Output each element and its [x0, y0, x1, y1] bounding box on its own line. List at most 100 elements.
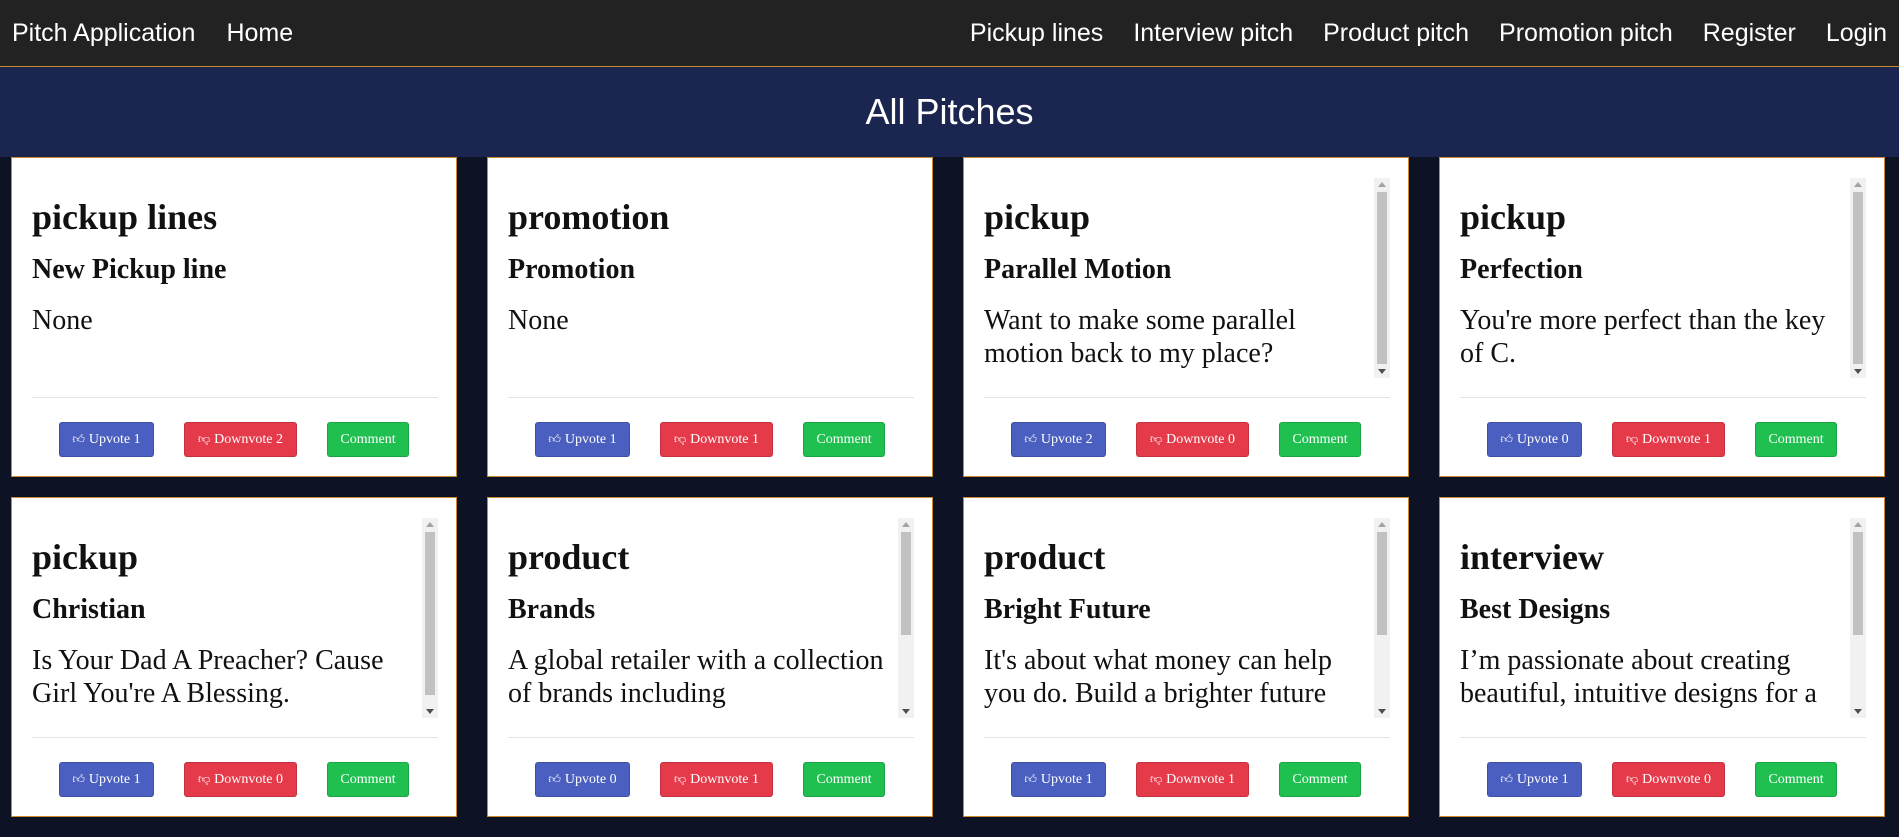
- upvote-button[interactable]: 👍︎ Upvote 0: [1487, 422, 1582, 457]
- comment-button[interactable]: Comment: [1279, 422, 1361, 457]
- brand-link[interactable]: Pitch Application: [12, 19, 195, 48]
- scrollbar[interactable]: [422, 518, 438, 718]
- scroll-up-arrow-icon[interactable]: [902, 522, 910, 527]
- scroll-up-arrow-icon[interactable]: [1378, 522, 1386, 527]
- pitch-body[interactable]: pickup Parallel Motion Want to make some p…: [984, 178, 1390, 378]
- nav-pickup-lines-link[interactable]: Pickup lines: [970, 19, 1103, 48]
- scrollbar[interactable]: [1374, 518, 1390, 718]
- downvote-label: Downvote: [1642, 771, 1701, 787]
- comment-button[interactable]: Comment: [327, 762, 409, 797]
- scroll-down-arrow-icon[interactable]: [1854, 709, 1862, 714]
- thumbs-down-icon: 👎︎: [197, 432, 211, 446]
- scrollbar[interactable]: [1850, 518, 1866, 718]
- nav-home-link[interactable]: Home: [226, 19, 293, 48]
- upvote-button[interactable]: 👍︎ Upvote 1: [59, 422, 154, 457]
- comment-button[interactable]: Comment: [1755, 422, 1837, 457]
- pitch-description: I’m passionate about creating beautiful,…: [1460, 645, 1817, 709]
- upvote-label: Upvote: [1040, 771, 1083, 787]
- scrollbar-thumb[interactable]: [1853, 532, 1863, 636]
- upvote-button[interactable]: 👍︎ Upvote 1: [1487, 762, 1582, 797]
- scrollbar-thumb[interactable]: [1377, 532, 1387, 636]
- upvote-label: Upvote: [1516, 771, 1559, 787]
- scrollbar-thumb[interactable]: [901, 532, 911, 636]
- pitch-content: pickup Christian Is Your Dad A Preacher? C…: [32, 536, 438, 710]
- pitch-card: pickup Christian Is Your Dad A Preacher? C…: [11, 497, 457, 817]
- pitch-title: Promotion: [508, 254, 636, 285]
- card-divider: [32, 397, 438, 398]
- scrollbar[interactable]: [1850, 178, 1866, 378]
- pitch-actions: 👍︎ Upvote 1 👎︎ Downvote 1 Comment: [488, 422, 932, 457]
- comment-button[interactable]: Comment: [803, 762, 885, 797]
- pitch-category: pickup: [1460, 197, 1567, 237]
- scrollbar[interactable]: [1374, 178, 1390, 378]
- upvote-count: 1: [1561, 771, 1569, 787]
- upvote-button[interactable]: 👍︎ Upvote 2: [1011, 422, 1106, 457]
- downvote-button[interactable]: 👎︎ Downvote 0: [184, 762, 297, 797]
- card-divider: [32, 737, 438, 738]
- pitch-actions: 👍︎ Upvote 1 👎︎ Downvote 2 Comment: [12, 422, 456, 457]
- downvote-count: 1: [1704, 431, 1711, 447]
- downvote-button[interactable]: 👎︎ Downvote 0: [1136, 422, 1249, 457]
- scroll-up-arrow-icon[interactable]: [426, 522, 434, 527]
- pitch-card: interview Best Designs I’m passionate abou…: [1439, 497, 1885, 817]
- nav-product-pitch-link[interactable]: Product pitch: [1323, 19, 1469, 48]
- pitch-card: pickup Parallel Motion Want to make some p…: [963, 157, 1409, 477]
- thumbs-up-icon: 👍︎: [72, 432, 85, 446]
- card-divider: [984, 397, 1390, 398]
- comment-button[interactable]: Comment: [327, 422, 409, 457]
- pitch-actions: 👍︎ Upvote 1 👎︎ Downvote 1 Comment: [964, 762, 1408, 797]
- thumbs-down-icon: 👎︎: [1625, 432, 1639, 446]
- downvote-count: 0: [1228, 431, 1235, 447]
- scrollbar-thumb[interactable]: [1377, 192, 1387, 364]
- pitch-body[interactable]: product Bright Future It's about what mone…: [984, 518, 1390, 718]
- scroll-down-arrow-icon[interactable]: [1378, 369, 1386, 374]
- downvote-button[interactable]: 👎︎ Downvote 1: [1136, 762, 1249, 797]
- thumbs-up-icon: 👍︎: [1500, 772, 1513, 786]
- pitch-body[interactable]: product Brands A global retailer with a co…: [508, 518, 914, 718]
- navbar: Pitch Application Home Pickup lines Inte…: [0, 0, 1899, 67]
- scrollbar[interactable]: [898, 518, 914, 718]
- nav-login-link[interactable]: Login: [1826, 19, 1887, 48]
- comment-button[interactable]: Comment: [1279, 762, 1361, 797]
- downvote-button[interactable]: 👎︎ Downvote 1: [1612, 422, 1725, 457]
- scrollbar-thumb[interactable]: [1853, 192, 1863, 364]
- pitch-body: promotion Promotion None: [508, 178, 914, 378]
- pitch-actions: 👍︎ Upvote 1 👎︎ Downvote 0 Comment: [12, 762, 456, 797]
- scroll-up-arrow-icon[interactable]: [1854, 182, 1862, 187]
- pitch-content: product Bright Future It's about what mone…: [984, 536, 1390, 710]
- nav-left: Pitch Application Home: [12, 19, 324, 48]
- nav-promotion-pitch-link[interactable]: Promotion pitch: [1499, 19, 1673, 48]
- downvote-button[interactable]: 👎︎ Downvote 2: [184, 422, 297, 457]
- pitch-title: New Pickup line: [32, 254, 227, 285]
- pitch-content: pickup Perfection You're more perfect than…: [1460, 196, 1866, 370]
- card-divider: [508, 397, 914, 398]
- scrollbar-thumb[interactable]: [425, 532, 435, 696]
- downvote-button[interactable]: 👎︎ Downvote 1: [660, 762, 773, 797]
- pitch-body[interactable]: pickup Perfection You're more perfect than…: [1460, 178, 1866, 378]
- upvote-button[interactable]: 👍︎ Upvote 1: [1011, 762, 1106, 797]
- scroll-down-arrow-icon[interactable]: [902, 709, 910, 714]
- pitch-actions: 👍︎ Upvote 1 👎︎ Downvote 0 Comment: [1440, 762, 1884, 797]
- scroll-down-arrow-icon[interactable]: [426, 709, 434, 714]
- comment-button[interactable]: Comment: [803, 422, 885, 457]
- upvote-button[interactable]: 👍︎ Upvote 1: [535, 422, 630, 457]
- downvote-button[interactable]: 👎︎ Downvote 1: [660, 422, 773, 457]
- pitch-title: Best Designs: [1460, 594, 1611, 625]
- upvote-button[interactable]: 👍︎ Upvote 0: [535, 762, 630, 797]
- comment-button[interactable]: Comment: [1755, 762, 1837, 797]
- nav-interview-pitch-link[interactable]: Interview pitch: [1133, 19, 1293, 48]
- scroll-down-arrow-icon[interactable]: [1378, 709, 1386, 714]
- pitch-body[interactable]: pickup Christian Is Your Dad A Preacher? C…: [32, 518, 438, 718]
- pitch-body: pickup lines New Pickup line None: [32, 178, 438, 378]
- upvote-count: 0: [609, 771, 617, 787]
- scroll-up-arrow-icon[interactable]: [1378, 182, 1386, 187]
- scroll-up-arrow-icon[interactable]: [1854, 522, 1862, 527]
- downvote-count: 0: [276, 771, 283, 787]
- pitch-body[interactable]: interview Best Designs I’m passionate abou…: [1460, 518, 1866, 718]
- downvote-label: Downvote: [1166, 771, 1225, 787]
- nav-register-link[interactable]: Register: [1703, 19, 1796, 48]
- downvote-button[interactable]: 👎︎ Downvote 0: [1612, 762, 1725, 797]
- scroll-down-arrow-icon[interactable]: [1854, 369, 1862, 374]
- upvote-button[interactable]: 👍︎ Upvote 1: [59, 762, 154, 797]
- pitch-description: Is Your Dad A Preacher? Cause Girl You'r…: [32, 645, 384, 709]
